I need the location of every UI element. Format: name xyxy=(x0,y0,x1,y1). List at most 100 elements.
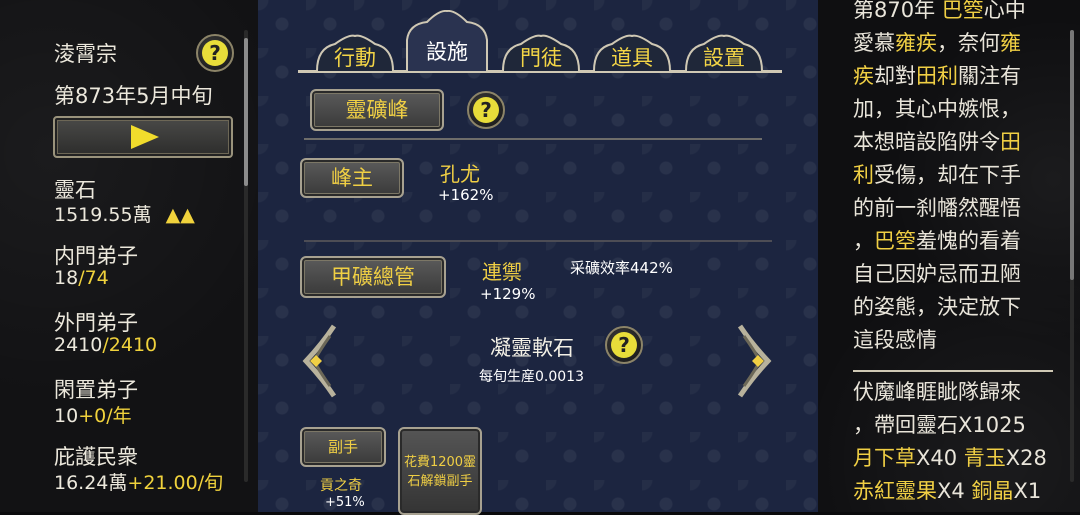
idle-disciples-delta: +0/年 xyxy=(78,405,132,427)
sect-name: 淩霄宗 xyxy=(54,42,117,66)
sect-help-icon[interactable]: ? xyxy=(196,34,234,72)
tab-disciples[interactable]: 門徒 xyxy=(499,34,583,72)
log-text: 却對 xyxy=(874,64,916,88)
mine-manager-bonus: +129% xyxy=(480,285,536,303)
inner-disciples-count: 18 xyxy=(54,267,79,289)
log-highlight: 巴箜 xyxy=(941,0,984,22)
facility-help-icon[interactable]: ? xyxy=(467,91,505,129)
deputy-button[interactable]: 副手 xyxy=(300,427,386,467)
log-highlight: 月下草 xyxy=(853,446,916,470)
tab-facility[interactable]: 設施 xyxy=(405,10,489,72)
tab-settings-label: 設置 xyxy=(703,46,745,70)
log-text: 關注有 xyxy=(958,64,1021,88)
left-panel: 淩霄宗 ? 第873年5月中旬 靈石 1519.55萬 ▲▲ 内門弟子 18/7… xyxy=(0,0,258,512)
log-line: 愛慕雍疾，奈何雍 xyxy=(853,27,1021,57)
stat-label-outer-disciples: 外門弟子 xyxy=(54,311,138,335)
arrow-right-icon[interactable] xyxy=(737,324,774,398)
log-line: 疾却對田利關注有 xyxy=(853,60,1021,90)
arrow-left-icon[interactable] xyxy=(300,324,337,398)
log-line: ，帶回靈石X1025 xyxy=(853,409,1026,439)
left-scrollbar-thumb[interactable] xyxy=(244,38,248,186)
next-turn-button[interactable] xyxy=(53,116,233,158)
stat-value-idle-disciples: 10+0/年 xyxy=(54,401,132,428)
log-highlight: 青玉 xyxy=(963,446,1006,470)
production-rate: 每旬生産0.0013 xyxy=(479,369,584,385)
product-help-icon[interactable]: ? xyxy=(605,326,643,364)
log-text: ，奈何 xyxy=(937,31,1000,55)
log-divider xyxy=(853,370,1053,372)
log-text: 伏魔峰睚眦隊歸來 xyxy=(853,380,1021,404)
stat-value-outer-disciples: 2410/2410 xyxy=(54,334,157,356)
log-text: X40 xyxy=(916,446,964,470)
tab-action[interactable]: 行動 xyxy=(313,34,397,72)
log-line: ，巴箜羞愧的看着 xyxy=(853,225,1021,255)
log-text: 自己因妒忌而丑陋 xyxy=(853,262,1021,286)
event-log-panel: 第870年 巴箜心中 愛慕雍疾，奈何雍 疾却對田利關注有 加，其心中嫉恨， 本想暗設陷阱… xyxy=(818,0,1080,512)
rising-arrows-icon: ▲▲ xyxy=(165,204,195,226)
stat-label-inner-disciples: 内門弟子 xyxy=(54,244,138,268)
log-highlight: 疾 xyxy=(853,64,874,88)
log-highlight: 雍 xyxy=(1000,31,1021,55)
outer-disciples-max: 2410 xyxy=(108,334,158,356)
mine-manager-button[interactable]: 甲礦總管 xyxy=(300,256,446,298)
log-text: 的姿態，決定放下 xyxy=(853,295,1021,319)
spirit-stone-value: 1519.55萬 xyxy=(54,204,152,226)
mining-efficiency: 采礦效率442% xyxy=(570,259,673,277)
stat-value-inner-disciples: 18/74 xyxy=(54,267,109,289)
deputy-bonus: +51% xyxy=(325,495,365,510)
unlock-deputy-button[interactable]: 花費1200靈 石解鎖副手 xyxy=(398,427,482,515)
log-text: X28 xyxy=(1005,446,1047,470)
divider xyxy=(304,240,772,242)
log-line: 加，其心中嫉恨， xyxy=(853,93,1021,123)
log-line: 自己因妒忌而丑陋 xyxy=(853,258,1021,288)
log-highlight: 田利 xyxy=(916,64,958,88)
log-line: 第870年 巴箜心中 xyxy=(853,0,1026,24)
stat-value-spirit-stone: 1519.55萬 ▲▲ xyxy=(54,200,195,227)
play-icon xyxy=(131,125,159,149)
log-scrollbar-thumb[interactable] xyxy=(1070,30,1074,280)
tab-settings[interactable]: 設置 xyxy=(682,34,766,72)
stat-label-idle-disciples: 閑置弟子 xyxy=(54,378,138,402)
tab-disciples-label: 門徒 xyxy=(520,46,562,70)
log-text: 羞愧的看着 xyxy=(916,229,1021,253)
divider xyxy=(304,138,762,140)
tab-action-label: 行動 xyxy=(334,46,376,70)
log-line: 月下草X40 青玉X28 xyxy=(853,442,1047,472)
log-text: ， xyxy=(853,229,874,253)
log-highlight: 利 xyxy=(853,163,874,187)
log-highlight: 銅晶 xyxy=(971,479,1014,503)
protected-people-count: 16.24萬 xyxy=(54,472,128,494)
facility-name-button[interactable]: 靈礦峰 xyxy=(310,89,444,131)
log-line: 本想暗設陷阱令田 xyxy=(853,126,1021,156)
current-date: 第873年5月中旬 xyxy=(54,84,213,108)
stat-label-protected-people: 庇護民衆 xyxy=(54,445,138,469)
mine-manager-name[interactable]: 連禦 xyxy=(482,256,522,285)
center-panel: 行動 設施 門徒 道具 設置 靈礦峰 ? 峰主 孔尤 +162% 甲礦總管 連禦… xyxy=(258,0,818,515)
log-text: 的前一刹幡然醒悟 xyxy=(853,196,1021,220)
deputy-name: 貢之奇 xyxy=(320,478,362,494)
peak-master-bonus: +162% xyxy=(438,186,494,204)
log-line: 利受傷，却在下手 xyxy=(853,159,1021,189)
log-highlight: 赤紅靈果 xyxy=(853,479,937,503)
tab-items[interactable]: 道具 xyxy=(590,34,674,72)
log-text: 第870年 xyxy=(853,0,942,22)
outer-disciples-count: 2410 xyxy=(54,334,103,356)
log-text: 愛慕 xyxy=(853,31,895,55)
log-text: 受傷，却在下手 xyxy=(874,163,1021,187)
peak-master-name[interactable]: 孔尤 xyxy=(440,158,480,187)
idle-disciples-count: 10 xyxy=(54,405,79,427)
log-text: 加，其心中嫉恨， xyxy=(853,97,1021,121)
log-text: 心中 xyxy=(983,0,1026,22)
log-highlight: 雍疾 xyxy=(895,31,937,55)
log-text: 本想暗設陷阱令 xyxy=(853,130,1000,154)
log-highlight: 田 xyxy=(1000,130,1021,154)
log-text: X4 xyxy=(937,479,972,503)
log-line: 的姿態，決定放下 xyxy=(853,291,1021,321)
unlock-cost-line2: 石解鎖副手 xyxy=(407,474,473,489)
deputy-slot[interactable]: 副手 貢之奇 +51% xyxy=(300,427,386,511)
peak-master-button[interactable]: 峰主 xyxy=(300,158,404,198)
log-line: 這段感情 xyxy=(853,324,937,354)
stat-value-protected-people: 16.24萬+21.00/旬 xyxy=(54,468,223,495)
unlock-cost-line1: 花費1200靈 xyxy=(403,455,477,470)
inner-disciples-max: 74 xyxy=(84,267,109,289)
